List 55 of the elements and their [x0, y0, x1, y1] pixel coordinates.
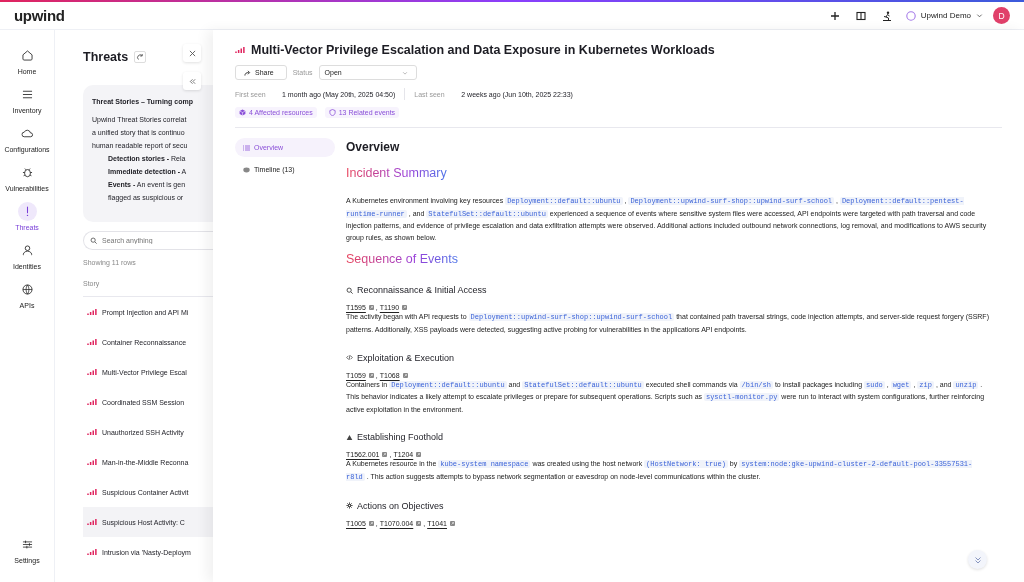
- org-switcher[interactable]: Upwind Demo: [920, 11, 971, 20]
- severity-icon: [87, 399, 98, 405]
- columns-icon[interactable]: [855, 10, 866, 21]
- external-link-icon[interactable]: [402, 305, 408, 311]
- phase-title: Reconnaissance & Initial Access: [357, 285, 487, 296]
- severity-icon: [87, 489, 98, 495]
- severity-icon: [87, 309, 98, 315]
- timeline-icon: [243, 166, 250, 173]
- exclamation-icon: [17, 202, 37, 221]
- severity-icon: [87, 519, 98, 525]
- external-link-icon[interactable]: [402, 372, 408, 378]
- search-icon: [346, 286, 353, 294]
- shield-icon: [328, 109, 336, 116]
- external-link-icon[interactable]: [368, 372, 374, 378]
- user-avatar[interactable]: D: [993, 7, 1010, 24]
- cube-icon: [239, 109, 246, 116]
- severity-icon: [235, 47, 246, 53]
- chevron-down-icon: [401, 69, 408, 76]
- section-heading: Overview: [346, 140, 401, 154]
- plus-icon[interactable]: [829, 10, 840, 21]
- external-link-icon[interactable]: [382, 452, 388, 458]
- threat-title: Multi-Vector Privilege Escalation and Data Exposure in Kubernetes Workloads: [251, 43, 715, 57]
- external-link-icon[interactable]: [416, 520, 422, 526]
- logo[interactable]: upwind: [14, 7, 65, 24]
- scroll-down-button[interactable]: [968, 550, 987, 569]
- triangle-icon: [346, 433, 353, 441]
- external-link-icon[interactable]: [450, 520, 455, 526]
- share-icon: [244, 69, 251, 76]
- severity-icon: [87, 429, 98, 435]
- external-link-icon[interactable]: [368, 520, 374, 526]
- double-chevron-down-icon: [973, 555, 982, 564]
- severity-icon: [87, 459, 98, 465]
- section-title: Incident Summary: [346, 166, 447, 180]
- list-icon: [243, 144, 250, 151]
- page-title: Threats: [83, 50, 129, 64]
- close-icon: [188, 49, 196, 57]
- gear-icon: [346, 502, 353, 510]
- double-chevron-icon: [188, 77, 196, 85]
- figure-icon[interactable]: [881, 10, 892, 21]
- external-link-icon[interactable]: [368, 305, 374, 311]
- refresh-icon[interactable]: [134, 51, 147, 63]
- phase-title: Establishing Foothold: [357, 432, 444, 443]
- collapse-button[interactable]: [183, 72, 201, 90]
- code-icon: [346, 354, 353, 362]
- search-icon: [90, 237, 97, 244]
- severity-icon: [87, 339, 98, 345]
- close-button[interactable]: [183, 44, 201, 62]
- phase-title: Exploitation & Execution: [357, 352, 455, 363]
- phase-title: Actions on Objectives: [357, 500, 444, 511]
- severity-icon: [87, 549, 98, 555]
- org-icon: [905, 10, 916, 21]
- chevron-down-icon[interactable]: [976, 12, 983, 19]
- severity-icon: [87, 369, 98, 375]
- section-title: Sequence of Events: [346, 252, 458, 267]
- external-link-icon[interactable]: [416, 452, 422, 458]
